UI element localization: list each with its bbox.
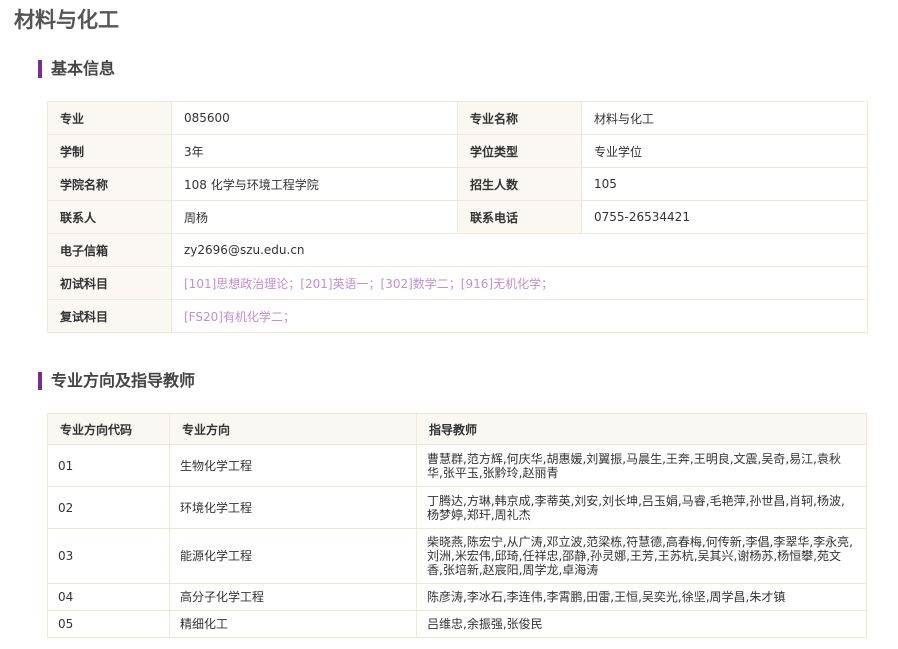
retest-subjects-label: 复试科目: [47, 299, 172, 333]
college-value: 108 化学与环境工程学院: [171, 167, 458, 201]
section-title-directions: 专业方向及指导教师: [38, 372, 195, 390]
email-value: zy2696@szu.edu.cn: [171, 233, 868, 267]
major-name-label: 专业名称: [457, 101, 582, 135]
table-row: 03 能源化学工程 柴晓燕,陈宏宁,从广涛,邓立波,范梁栋,符慧德,高春梅,何传…: [47, 528, 867, 584]
header-direction-code: 专业方向代码: [47, 413, 170, 445]
basic-info-table: 专业 085600 专业名称 材料与化工 学制 3年 学位类型 专业学位 学院名…: [47, 101, 868, 333]
table-row: 01 生物化学工程 曹慧群,范方辉,何庆华,胡惠媛,刘翼振,马晨生,王奔,王明良…: [47, 444, 867, 487]
email-label: 电子信箱: [47, 233, 172, 267]
table-row: 02 环境化学工程 丁腾达,方琳,韩京成,李蒂英,刘安,刘长坤,吕玉娟,马睿,毛…: [47, 486, 867, 529]
contact-value: 周杨: [171, 200, 458, 234]
major-code-value: 085600: [171, 101, 458, 135]
table-row: 专业 085600 专业名称 材料与化工: [47, 101, 868, 135]
direction-advisors: 陈彦涛,李冰石,李连伟,李霄鹏,田雷,王恒,吴奕光,徐坚,周学昌,朱才镇: [416, 583, 867, 611]
duration-label: 学制: [47, 134, 172, 168]
retest-subjects-link[interactable]: [FS20]有机化学二；: [171, 299, 868, 333]
table-row: 学制 3年 学位类型 专业学位: [47, 134, 868, 168]
direction-name: 生物化学工程: [169, 444, 417, 487]
phone-value: 0755-26534421: [581, 200, 868, 234]
phone-label: 联系电话: [457, 200, 582, 234]
contact-label: 联系人: [47, 200, 172, 234]
table-row: 04 高分子化学工程 陈彦涛,李冰石,李连伟,李霄鹏,田雷,王恒,吴奕光,徐坚,…: [47, 583, 867, 611]
table-row: 初试科目 [101]思想政治理论；[201]英语一；[302]数学二；[916]…: [47, 266, 868, 300]
header-advisors: 指导教师: [416, 413, 867, 445]
duration-value: 3年: [171, 134, 458, 168]
college-label: 学院名称: [47, 167, 172, 201]
section-title-basic-info: 基本信息: [38, 60, 115, 78]
direction-name: 高分子化学工程: [169, 583, 417, 611]
table-row: 复试科目 [FS20]有机化学二；: [47, 299, 868, 333]
table-row: 电子信箱 zy2696@szu.edu.cn: [47, 233, 868, 267]
directions-table: 专业方向代码 专业方向 指导教师 01 生物化学工程 曹慧群,范方辉,何庆华,胡…: [47, 413, 867, 638]
page-title: 材料与化工: [14, 8, 119, 32]
direction-advisors: 曹慧群,范方辉,何庆华,胡惠媛,刘翼振,马晨生,王奔,王明良,文震,吴奇,易江,…: [416, 444, 867, 487]
direction-name: 能源化学工程: [169, 528, 417, 584]
prelim-subjects-link[interactable]: [101]思想政治理论；[201]英语一；[302]数学二；[916]无机化学；: [171, 266, 868, 300]
direction-name: 环境化学工程: [169, 486, 417, 529]
degree-type-label: 学位类型: [457, 134, 582, 168]
enrollment-label: 招生人数: [457, 167, 582, 201]
table-row: 学院名称 108 化学与环境工程学院 招生人数 105: [47, 167, 868, 201]
direction-advisors: 丁腾达,方琳,韩京成,李蒂英,刘安,刘长坤,吕玉娟,马睿,毛艳萍,孙世昌,肖轲,…: [416, 486, 867, 529]
major-label: 专业: [47, 101, 172, 135]
direction-code: 05: [47, 610, 170, 638]
header-direction-name: 专业方向: [169, 413, 417, 445]
degree-type-value: 专业学位: [581, 134, 868, 168]
table-header-row: 专业方向代码 专业方向 指导教师: [47, 413, 867, 445]
enrollment-value: 105: [581, 167, 868, 201]
direction-code: 04: [47, 583, 170, 611]
direction-code: 03: [47, 528, 170, 584]
direction-name: 精细化工: [169, 610, 417, 638]
table-row: 联系人 周杨 联系电话 0755-26534421: [47, 200, 868, 234]
prelim-subjects-label: 初试科目: [47, 266, 172, 300]
direction-advisors: 柴晓燕,陈宏宁,从广涛,邓立波,范梁栋,符慧德,高春梅,何传新,李倡,李翠华,李…: [416, 528, 867, 584]
direction-code: 02: [47, 486, 170, 529]
major-name-value: 材料与化工: [581, 101, 868, 135]
direction-code: 01: [47, 444, 170, 487]
direction-advisors: 吕维忠,余振强,张俊民: [416, 610, 867, 638]
table-row: 05 精细化工 吕维忠,余振强,张俊民: [47, 610, 867, 638]
